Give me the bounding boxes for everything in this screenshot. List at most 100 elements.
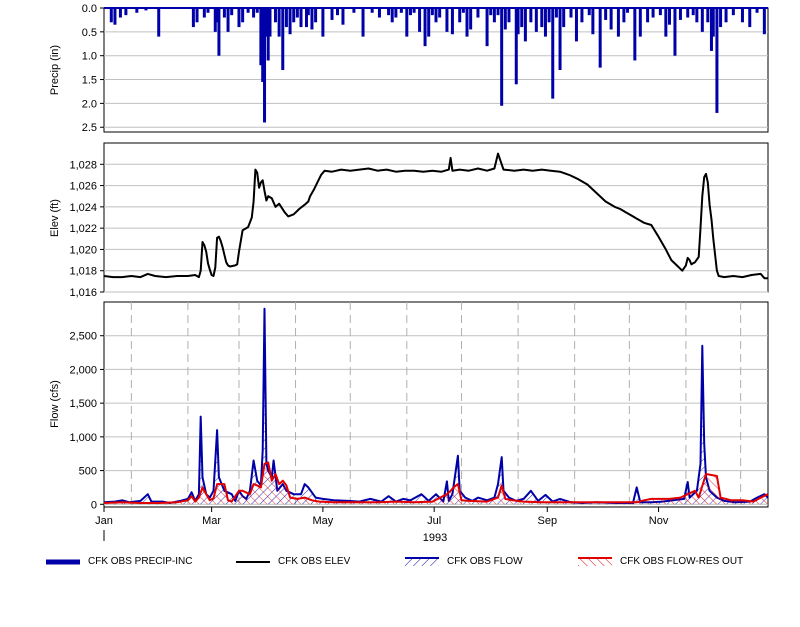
precip-bar	[335, 8, 339, 16]
precip-bar	[719, 8, 723, 28]
precip-bar	[489, 8, 493, 16]
precip-bar	[135, 8, 139, 13]
y-tick-label: 1,000	[69, 432, 97, 444]
y-tick-label: 0.5	[82, 27, 97, 39]
precip-bar	[574, 8, 578, 42]
y-tick-label: 2,000	[69, 364, 97, 376]
elevation-plot-frame	[103, 142, 769, 293]
precip-bar	[222, 8, 226, 18]
precip-bar	[430, 8, 434, 16]
precip-bar	[202, 8, 206, 18]
x-tick-label: Sep	[537, 515, 557, 527]
precip-bar	[633, 8, 637, 61]
precip-bar	[591, 8, 595, 35]
precip-bar	[195, 8, 199, 23]
y-tick-label: 1,028	[69, 159, 97, 171]
precip-bar	[503, 8, 507, 30]
legend-label-elev: CFK OBS ELEV	[278, 556, 351, 567]
x-tick-label: May	[313, 515, 334, 527]
legend-swatch-precip	[46, 559, 80, 564]
precip-bar	[144, 8, 148, 11]
y-tick-label: 1,020	[69, 244, 97, 256]
flow-panel: 0 500 1,000 1,500 2,000 2,500 Flow (cfs) Jan M…	[49, 301, 769, 544]
y-tick-label: 0.0	[82, 3, 97, 15]
precip-bar	[534, 8, 538, 32]
precip-bar	[523, 8, 527, 42]
precip-bar	[237, 8, 241, 28]
precip-bar	[547, 8, 551, 23]
precip-bar	[646, 8, 650, 23]
precip-bar	[423, 8, 427, 47]
precip-bar	[580, 8, 584, 23]
precip-bar	[387, 8, 391, 16]
precip-bar	[700, 8, 704, 32]
precip-bar	[516, 8, 520, 35]
legend-label-res-out: CFK OBS FLOW-RES OUT	[620, 556, 744, 567]
precip-bar	[273, 8, 277, 23]
precip-bar	[377, 8, 381, 18]
precip-bar	[341, 8, 345, 25]
precip-bar	[492, 8, 496, 23]
precip-bar	[651, 8, 655, 18]
precip-bar	[321, 8, 325, 37]
precip-bar	[418, 8, 422, 32]
precip-bar	[622, 8, 626, 23]
precip-bar	[673, 8, 677, 56]
flow-plot-frame	[103, 301, 769, 508]
precip-bar	[604, 8, 608, 20]
legend-swatch-elev	[236, 560, 270, 563]
precip-bar	[609, 8, 613, 30]
precip-bar	[485, 8, 489, 47]
precip-bar	[731, 8, 735, 16]
precip-bar	[529, 8, 533, 23]
x-tick-label: Mar	[202, 515, 221, 527]
y-tick-label: 1.0	[82, 51, 97, 63]
precip-bar	[390, 8, 394, 23]
precip-bar	[255, 8, 259, 13]
precip-bar	[399, 8, 403, 13]
precip-bar	[412, 8, 416, 13]
precip-bar	[461, 8, 465, 13]
precip-bar	[268, 8, 272, 37]
precip-bar	[427, 8, 431, 37]
precip-bar	[330, 8, 334, 20]
precip-bar	[217, 8, 221, 56]
precip-bar	[638, 8, 642, 37]
y-tick-label: 2,500	[69, 331, 97, 343]
precip-bar	[281, 8, 285, 70]
x-tick-label: Nov	[649, 515, 669, 527]
precip-bar	[740, 8, 744, 23]
precip-bar	[252, 8, 256, 18]
precip-bar	[438, 8, 442, 18]
y-tick-label: 1,024	[69, 202, 97, 214]
precip-bar	[658, 8, 662, 16]
precip-bar	[465, 8, 469, 37]
precip-bar	[295, 8, 299, 18]
precip-bar	[206, 8, 210, 13]
precip-bar	[310, 8, 314, 30]
precip-panel: 0.0 0.5 1.0 1.5 2.0 2.5 Precip (in)	[49, 3, 769, 134]
precip-bar	[191, 8, 195, 28]
precip-bar	[626, 8, 630, 13]
y-tick-label: 1,022	[69, 223, 97, 235]
precip-bar	[551, 8, 555, 99]
precip-bar	[500, 8, 504, 106]
precip-bar	[724, 8, 728, 23]
precip-bar	[598, 8, 602, 68]
precip-bar	[277, 8, 281, 37]
precip-bar	[292, 8, 296, 23]
precip-bar	[496, 8, 500, 16]
x-tick-label: Jul	[427, 515, 441, 527]
precip-bar	[554, 8, 558, 18]
x-tick-label: Jan	[95, 515, 113, 527]
legend: CFK OBS PRECIP-INC CFK OBS ELEV CFK OBS …	[0, 550, 800, 576]
precip-bar	[230, 8, 234, 16]
precip-bar	[434, 8, 438, 23]
y-tick-label: 1,018	[69, 266, 97, 278]
precip-bar	[284, 8, 288, 28]
precip-bar	[569, 8, 573, 18]
y-tick-label: 1,016	[69, 287, 97, 299]
precip-bar	[678, 8, 682, 20]
precip-bar	[226, 8, 230, 32]
precip-axis-label: Precip (in)	[49, 45, 61, 95]
